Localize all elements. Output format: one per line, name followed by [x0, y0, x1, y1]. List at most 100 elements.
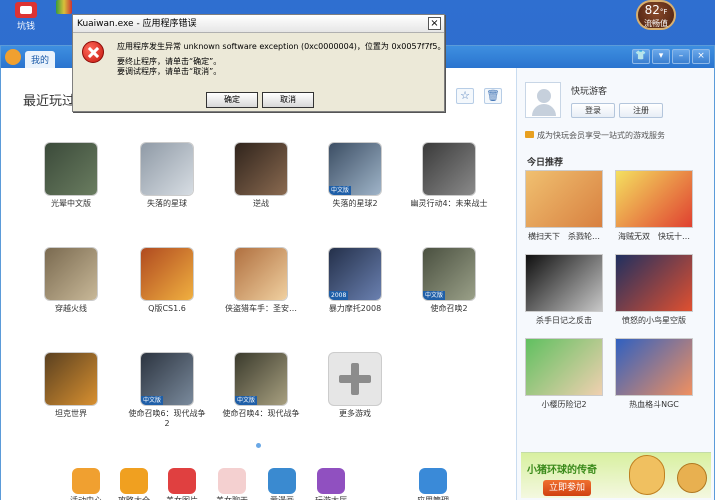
game-tile[interactable]: 2008 暴力摩托2008 — [315, 248, 395, 314]
game-thumbnail[interactable] — [235, 143, 287, 195]
bottom-item[interactable]: 爱漫画 — [254, 468, 310, 500]
bottom-item[interactable]: 玩游大厅 — [303, 468, 359, 500]
recommend-name: 小樱历险记2 — [541, 400, 587, 409]
winrar-icon[interactable] — [56, 0, 72, 14]
game-thumbnail[interactable] — [45, 248, 97, 300]
recommend-item[interactable]: 热血格斗NGC — [613, 338, 695, 410]
bottom-item-label: 美女图片 — [154, 495, 210, 500]
bottom-toolbar: 活动中心攻略大全美女图片美女聊天爱漫画玩游大厅应用管理 — [1, 464, 516, 500]
error-dialog: Kuaiwan.exe - 应用程序错误 × 应用程序发生异常 unknown … — [72, 14, 445, 112]
member-note[interactable]: 成为快玩会员享受一站式的游戏服务 — [525, 130, 665, 141]
cancel-button[interactable]: 取消 — [262, 92, 314, 108]
game-name: 逆战 — [253, 199, 269, 208]
bottom-item[interactable]: 美女聊天 — [204, 468, 260, 500]
game-tile[interactable]: 失落的星球 — [127, 143, 207, 209]
recommend-item[interactable]: 横扫天下 杀戮轮… — [523, 170, 605, 242]
skin-icon[interactable]: 👕 — [632, 49, 650, 64]
game-name: 使命召唤6：现代战争2 — [128, 409, 206, 428]
recommend-thumbnail[interactable] — [615, 338, 693, 396]
game-thumbnail[interactable] — [141, 143, 193, 195]
dialog-title-text: Kuaiwan.exe - 应用程序错误 — [77, 19, 197, 29]
menu-icon[interactable]: ▾ — [652, 49, 670, 64]
kuaiwan-window: 我的 👕 ▾ – × 最近玩过 ☆ 🗑 光晕中文版 失落的星球 逆战 中文版 失落的星球… — [0, 45, 715, 500]
app-icon — [15, 2, 37, 18]
game-name: 暴力摩托2008 — [328, 304, 382, 313]
game-thumbnail[interactable]: 中文版 — [329, 143, 381, 195]
right-panel: 快玩游客 登录 注册 成为快玩会员享受一站式的游戏服务 今日推荐 横扫天下 杀戮… — [516, 68, 714, 500]
recommend-thumbnail[interactable] — [525, 254, 603, 312]
game-name: 使命召唤2 — [430, 304, 468, 313]
recommend-thumbnail[interactable] — [615, 170, 693, 228]
game-tile[interactable]: 更多游戏 — [315, 353, 395, 419]
game-tile[interactable]: 中文版使命召唤2 — [409, 248, 489, 314]
recommend-name: 愤怒的小鸟星空版 — [622, 316, 686, 325]
game-thumbnail[interactable]: 中文版 — [235, 353, 287, 405]
bottom-item-label: 应用管理 — [405, 495, 461, 500]
game-thumbnail[interactable] — [423, 143, 475, 195]
game-tile[interactable]: 中文版使命召唤6：现代战争2 — [127, 353, 207, 429]
game-tile[interactable]: 幽灵行动4：未来战士 — [409, 143, 489, 209]
version-badge: 中文版 — [423, 291, 446, 300]
recommend-thumbnail[interactable] — [615, 254, 693, 312]
game-thumbnail[interactable]: 2008 — [329, 248, 381, 300]
game-thumbnail[interactable] — [235, 248, 287, 300]
game-tile[interactable]: 侠盗猎车手：圣安… — [221, 248, 301, 314]
login-button[interactable]: 登录 — [571, 103, 615, 118]
minimize-icon[interactable]: – — [672, 49, 690, 64]
bottom-item-icon — [218, 468, 246, 494]
avatar[interactable] — [525, 82, 561, 118]
game-name: 穿越火线 — [55, 304, 87, 313]
recommend-thumbnail[interactable] — [525, 338, 603, 396]
close-icon[interactable]: × — [428, 17, 441, 30]
game-name: 光晕中文版 — [51, 199, 91, 208]
game-name: 使命召唤4：现代战争 — [222, 409, 300, 418]
section-title: 最近玩过 — [23, 94, 76, 109]
ad-banner[interactable]: 小猪环球的传奇 立即参加 — [521, 452, 711, 498]
game-thumbnail[interactable] — [45, 353, 97, 405]
debug-instruction: 要调试程序，请单击“取消”。 — [117, 67, 222, 76]
game-tile[interactable]: Q版CS1.6 — [127, 248, 207, 314]
bottom-item[interactable]: 美女图片 — [154, 468, 210, 500]
game-thumbnail[interactable]: 中文版 — [141, 353, 193, 405]
game-name: 失落的星球 — [147, 199, 187, 208]
bottom-item-label: 爱漫画 — [254, 495, 310, 500]
game-thumbnail[interactable] — [45, 143, 97, 195]
temperature-widget[interactable]: 82°F 流畅值 — [636, 0, 676, 30]
bottom-item-icon — [317, 468, 345, 494]
recommend-item[interactable]: 海贼无双 快玩十… — [613, 170, 695, 242]
ok-button[interactable]: 确定 — [206, 92, 258, 108]
game-tile[interactable]: 穿越火线 — [31, 248, 111, 314]
trash-icon[interactable]: 🗑 — [484, 88, 502, 104]
dialog-title: Kuaiwan.exe - 应用程序错误 × — [73, 15, 444, 33]
bottom-item[interactable]: 应用管理 — [405, 468, 461, 500]
version-badge: 中文版 — [329, 186, 352, 195]
page-indicator-dot[interactable] — [256, 443, 261, 448]
close-icon[interactable]: × — [692, 49, 710, 64]
bottom-item-icon — [72, 468, 100, 494]
game-tile[interactable]: 中文版 失落的星球2 — [315, 143, 395, 209]
tab-my-games[interactable]: 我的 — [25, 51, 56, 68]
game-name: Q版CS1.6 — [148, 304, 186, 313]
game-tile[interactable]: 中文版使命召唤4：现代战争 — [221, 353, 301, 419]
recommend-thumbnail[interactable] — [525, 170, 603, 228]
game-tile[interactable]: 光晕中文版 — [31, 143, 111, 209]
version-badge: 2008 — [329, 291, 349, 300]
game-tile[interactable]: 坦克世界 — [31, 353, 111, 419]
recommend-item[interactable]: 杀手日记之反击 — [523, 254, 605, 326]
more-games-icon[interactable] — [329, 353, 381, 405]
game-tile[interactable]: 逆战 — [221, 143, 301, 209]
recommend-item[interactable]: 小樱历险记2 — [523, 338, 605, 410]
bottom-item-icon — [168, 468, 196, 494]
join-now-button[interactable]: 立即参加 — [543, 480, 591, 496]
game-name: 坦克世界 — [55, 409, 87, 418]
recommend-item[interactable]: 愤怒的小鸟星空版 — [613, 254, 695, 326]
today-recommend-title: 今日推荐 — [527, 158, 564, 168]
game-thumbnail[interactable]: 中文版 — [423, 248, 475, 300]
favorite-star-icon[interactable]: ☆ — [456, 88, 474, 104]
cat-mascot-icon — [629, 455, 665, 495]
bottom-item-icon — [268, 468, 296, 494]
register-button[interactable]: 注册 — [619, 103, 663, 118]
desktop-shortcut[interactable]: 坑钱 — [6, 2, 46, 32]
error-icon — [82, 41, 104, 63]
game-thumbnail[interactable] — [141, 248, 193, 300]
